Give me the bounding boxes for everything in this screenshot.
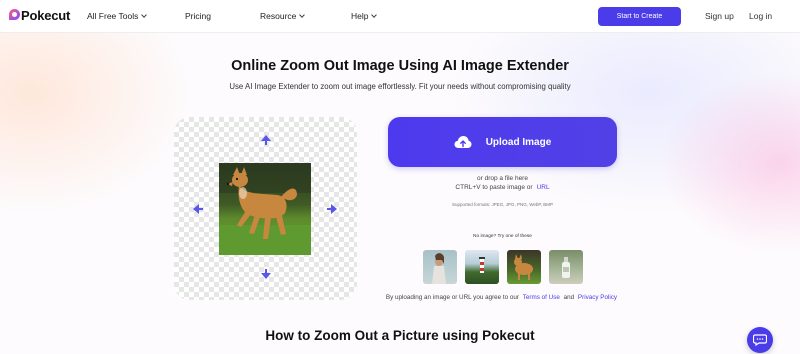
sample-image-dog[interactable]: [507, 250, 541, 284]
privacy-policy-link[interactable]: Privacy Policy: [578, 294, 617, 301]
sign-up-link[interactable]: Sign up: [705, 11, 734, 21]
sample-image-lighthouse[interactable]: [465, 250, 499, 284]
drop-file-hint: or drop a file here: [477, 175, 528, 182]
dog-photo: [219, 163, 311, 255]
terms-prefix: By uploading an image or URL you agree t…: [385, 294, 520, 301]
logo-text: Pokecut: [21, 8, 71, 23]
nav-all-free-tools[interactable]: All Free Tools: [87, 11, 148, 21]
arrow-down-icon: [261, 273, 271, 279]
pokecut-logo[interactable]: Pokecut: [9, 8, 70, 23]
nav-resource-label: Resource: [260, 11, 297, 21]
upload-image-label: Upload Image: [485, 136, 552, 148]
sample-images: [423, 250, 583, 284]
arrow-left-icon: [193, 204, 199, 214]
terms-notice: By uploading an image or URL you agree t…: [330, 294, 675, 301]
url-link[interactable]: URL: [537, 184, 550, 191]
nav-help[interactable]: Help: [351, 11, 378, 21]
nav-resource[interactable]: Resource: [260, 11, 306, 21]
sample-image-woman[interactable]: [423, 250, 457, 284]
nav-help-label: Help: [351, 11, 369, 21]
upload-image-button[interactable]: Upload Image: [388, 117, 617, 167]
chat-bubble-icon: [753, 334, 767, 346]
log-in-link[interactable]: Log in: [749, 11, 772, 21]
page-title: Online Zoom Out Image Using AI Image Ext…: [231, 58, 569, 74]
zoom-out-demo: [174, 117, 357, 300]
arrow-up-stem: [265, 141, 267, 145]
terms-of-use-link[interactable]: Terms of Use: [523, 294, 560, 301]
paste-hint-text: CTRL+V to paste image or: [455, 184, 533, 191]
paste-hint: CTRL+V to paste image or URL: [388, 184, 617, 191]
nav-all-free-tools-label: All Free Tools: [87, 11, 139, 21]
supported-formats: Supported formats: JPEG, JPG, PNG, WebP,…: [451, 202, 554, 207]
chevron-down-icon: [141, 11, 148, 18]
chevron-down-icon: [299, 11, 306, 18]
top-navbar: Pokecut All Free Tools Pricing Resource …: [0, 0, 800, 33]
nav-pricing[interactable]: Pricing: [185, 11, 211, 21]
howto-section-title: How to Zoom Out a Picture using Pokecut: [265, 328, 535, 343]
start-to-create-button[interactable]: Start to Create: [598, 7, 681, 26]
arrow-left-stem: [199, 208, 203, 210]
nav-pricing-label: Pricing: [185, 11, 211, 21]
chevron-down-icon: [371, 11, 378, 18]
arrow-up-icon: [261, 135, 271, 141]
sample-images-prompt: No image? Try one of these: [473, 234, 532, 239]
logo-mark-icon: [9, 8, 20, 23]
sample-image-bottle[interactable]: [549, 250, 583, 284]
chat-support-button[interactable]: [747, 327, 773, 353]
page-subtitle: Use AI Image Extender to zoom out image …: [229, 82, 571, 91]
cloud-upload-icon: [454, 136, 472, 148]
terms-and: and: [563, 294, 575, 301]
arrow-right-icon: [331, 204, 337, 214]
